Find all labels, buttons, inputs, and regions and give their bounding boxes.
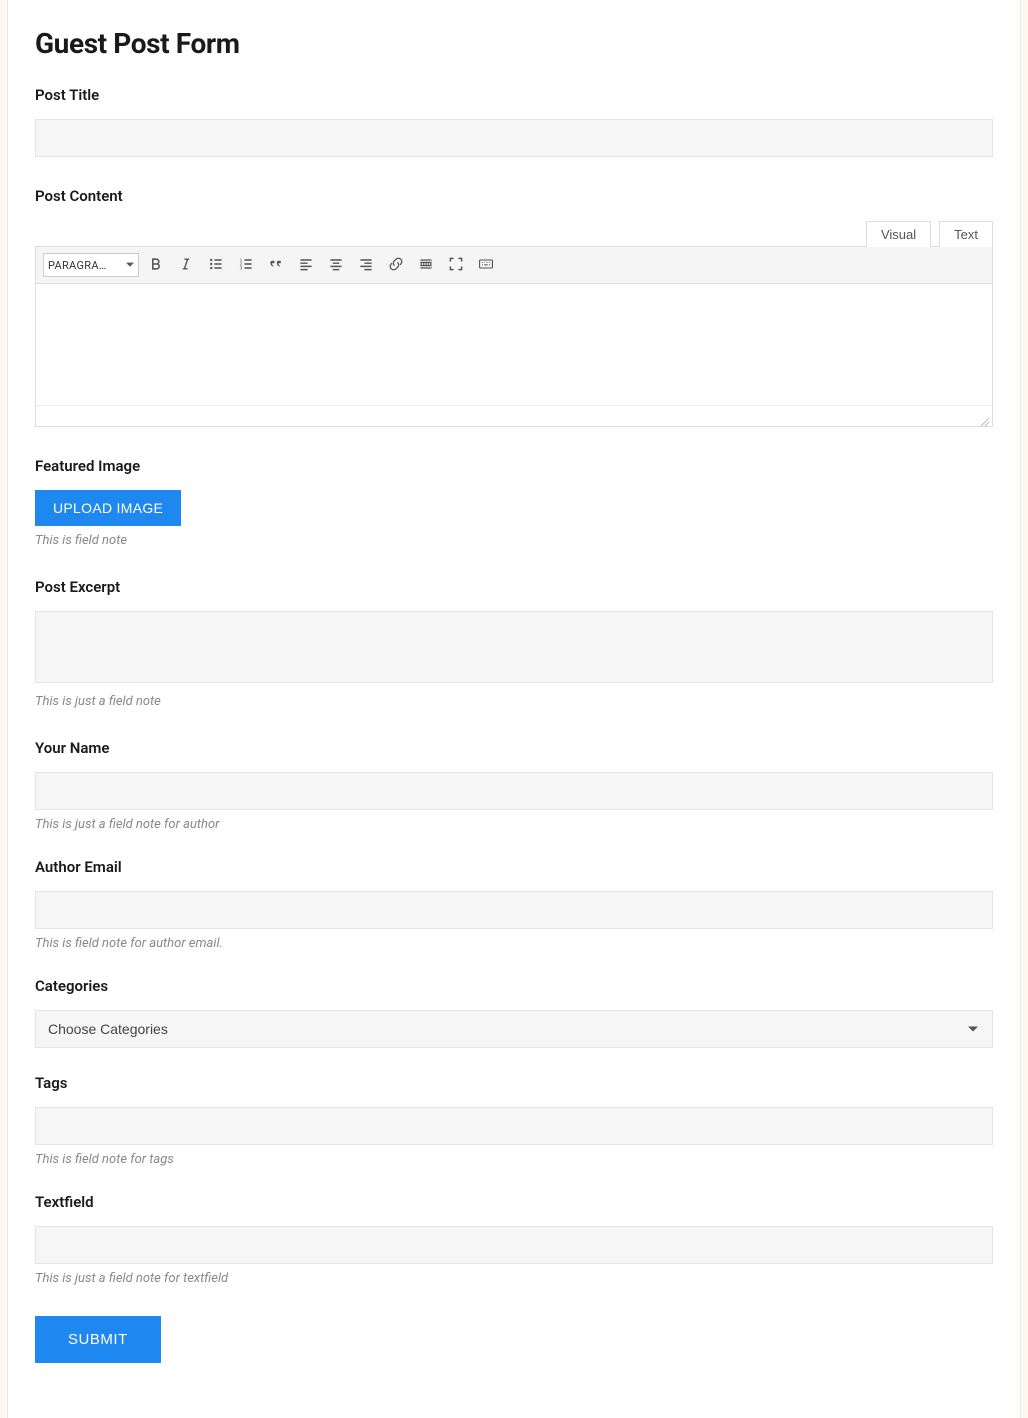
your-name-note: This is just a field note for author (35, 817, 993, 832)
svg-text:3: 3 (240, 265, 243, 271)
field-your-name: Your Name This is just a field note for … (35, 739, 993, 832)
link-button[interactable] (383, 252, 409, 278)
post-excerpt-input[interactable] (35, 611, 993, 683)
number-list-icon: 123 (238, 256, 254, 275)
upload-image-button[interactable]: UPLOAD IMAGE (35, 490, 181, 526)
field-categories: Categories Choose Categories (35, 977, 993, 1048)
editor-tabs: Visual Text (35, 220, 993, 246)
align-right-icon (358, 256, 374, 275)
featured-image-note: This is field note (35, 533, 993, 548)
post-title-input[interactable] (35, 119, 993, 157)
align-center-icon (328, 256, 344, 275)
author-email-label: Author Email (35, 858, 993, 876)
format-dropdown[interactable]: PARAGRA… (43, 253, 139, 277)
submit-button[interactable]: SUBMIT (35, 1316, 161, 1363)
author-email-input[interactable] (35, 891, 993, 929)
tab-text[interactable]: Text (939, 221, 993, 247)
read-more-button[interactable] (413, 252, 439, 278)
post-excerpt-label: Post Excerpt (35, 578, 993, 596)
textfield-input[interactable] (35, 1226, 993, 1264)
post-title-label: Post Title (35, 86, 993, 104)
format-dropdown-label: PARAGRA… (48, 259, 106, 272)
categories-select[interactable]: Choose Categories (35, 1010, 993, 1048)
tab-visual[interactable]: Visual (866, 221, 931, 247)
link-icon (388, 256, 404, 275)
bullet-list-icon (208, 256, 224, 275)
resize-handle[interactable] (978, 412, 990, 424)
tags-label: Tags (35, 1074, 993, 1092)
field-post-content: Post Content Visual Text PARAGRA… (35, 187, 993, 427)
your-name-label: Your Name (35, 739, 993, 757)
featured-image-label: Featured Image (35, 457, 993, 475)
editor-toolbar: PARAGRA… 123 (36, 247, 992, 284)
read-more-icon (418, 256, 434, 275)
field-author-email: Author Email This is field note for auth… (35, 858, 993, 951)
chevron-down-icon (126, 259, 134, 272)
italic-button[interactable] (173, 252, 199, 278)
keyboard-icon (478, 256, 494, 275)
field-tags: Tags This is field note for tags (35, 1074, 993, 1167)
align-left-button[interactable] (293, 252, 319, 278)
field-post-title: Post Title (35, 86, 993, 157)
bold-button[interactable] (143, 252, 169, 278)
textfield-label: Textfield (35, 1193, 993, 1211)
field-textfield: Textfield This is just a field note for … (35, 1193, 993, 1286)
form-container: Guest Post Form Post Title Post Content … (7, 0, 1021, 1418)
quote-icon (268, 256, 284, 275)
post-excerpt-note: This is just a field note (35, 694, 993, 709)
italic-icon (178, 256, 194, 275)
number-list-button[interactable]: 123 (233, 252, 259, 278)
tags-input[interactable] (35, 1107, 993, 1145)
page-title: Guest Post Form (35, 27, 993, 60)
textfield-note: This is just a field note for textfield (35, 1271, 993, 1286)
blockquote-button[interactable] (263, 252, 289, 278)
your-name-input[interactable] (35, 772, 993, 810)
post-content-label: Post Content (35, 187, 993, 205)
editor-wrapper: PARAGRA… 123 (35, 246, 993, 427)
categories-label: Categories (35, 977, 993, 995)
align-left-icon (298, 256, 314, 275)
fullscreen-icon (448, 256, 464, 275)
align-right-button[interactable] (353, 252, 379, 278)
post-content-editor[interactable] (36, 284, 992, 406)
bold-icon (148, 256, 164, 275)
field-featured-image: Featured Image UPLOAD IMAGE This is fiel… (35, 457, 993, 548)
bullet-list-button[interactable] (203, 252, 229, 278)
author-email-note: This is field note for author email. (35, 936, 993, 951)
align-center-button[interactable] (323, 252, 349, 278)
editor-statusbar (36, 406, 992, 426)
toolbar-toggle-button[interactable] (473, 252, 499, 278)
field-post-excerpt: Post Excerpt This is just a field note (35, 578, 993, 709)
tags-note: This is field note for tags (35, 1152, 993, 1167)
fullscreen-button[interactable] (443, 252, 469, 278)
